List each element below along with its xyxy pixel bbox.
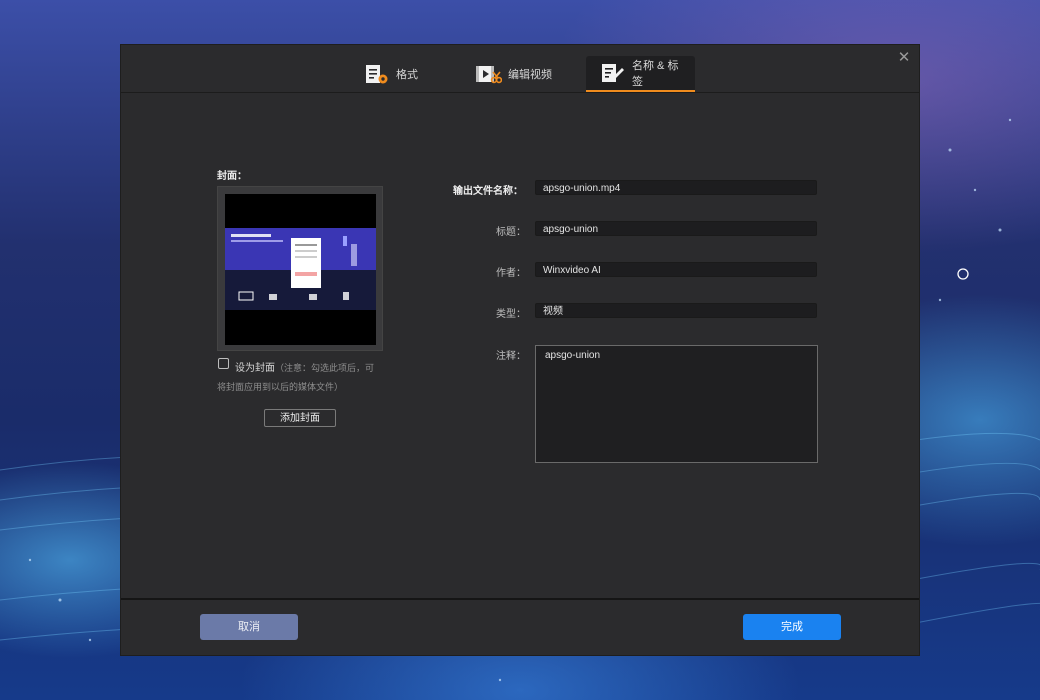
set-cover-note-continued: 将封面应用到以后的媒体文件）: [217, 382, 344, 392]
cover-heading: 封面：: [217, 171, 247, 182]
comment-textarea[interactable]: apsgo-union: [535, 345, 818, 463]
title-field[interactable]: apsgo-union: [535, 221, 817, 236]
footer-divider: [121, 598, 919, 600]
output-name-label: 输出文件名称：: [453, 186, 523, 197]
name-tag-icon: [600, 62, 626, 84]
title-label: 标题：: [496, 227, 526, 238]
set-cover-note: （注意：勾选此项后，可: [275, 363, 375, 373]
add-cover-button[interactable]: 添加封面: [264, 409, 336, 427]
format-settings-icon: [364, 63, 390, 85]
comment-label: 注释：: [496, 351, 526, 362]
set-cover-checkbox[interactable]: [218, 358, 229, 369]
cancel-button[interactable]: 取消: [200, 614, 298, 640]
cover-thumbnail: [225, 194, 376, 345]
tab-label: 名称 & 标签: [632, 60, 679, 88]
genre-field[interactable]: 视频: [535, 303, 817, 318]
set-cover-text: 设为封面: [235, 363, 275, 374]
export-dialog: ✕ 格式 编辑视频 名称 & 标签 封面： 设为封面（注意：勾选此项后，可 将封…: [120, 44, 920, 656]
tab-label: 格式: [396, 69, 418, 81]
genre-label: 类型：: [496, 309, 526, 320]
tab-bar: 格式 编辑视频 名称 & 标签: [121, 45, 919, 93]
set-cover-label: 设为封面（注意：勾选此项后，可: [235, 359, 374, 374]
author-label: 作者：: [496, 268, 526, 279]
tab-format[interactable]: 格式: [350, 56, 432, 92]
done-button[interactable]: 完成: [743, 614, 841, 640]
output-name-field[interactable]: apsgo-union.mp4: [535, 180, 817, 195]
edit-video-icon: [474, 63, 502, 85]
tab-name-and-tags[interactable]: 名称 & 标签: [586, 56, 695, 92]
cover-thumbnail-frame: [217, 186, 383, 351]
tab-label: 编辑视频: [508, 69, 552, 81]
tab-edit-video[interactable]: 编辑视频: [460, 56, 566, 92]
author-field[interactable]: Winxvideo AI: [535, 262, 817, 277]
